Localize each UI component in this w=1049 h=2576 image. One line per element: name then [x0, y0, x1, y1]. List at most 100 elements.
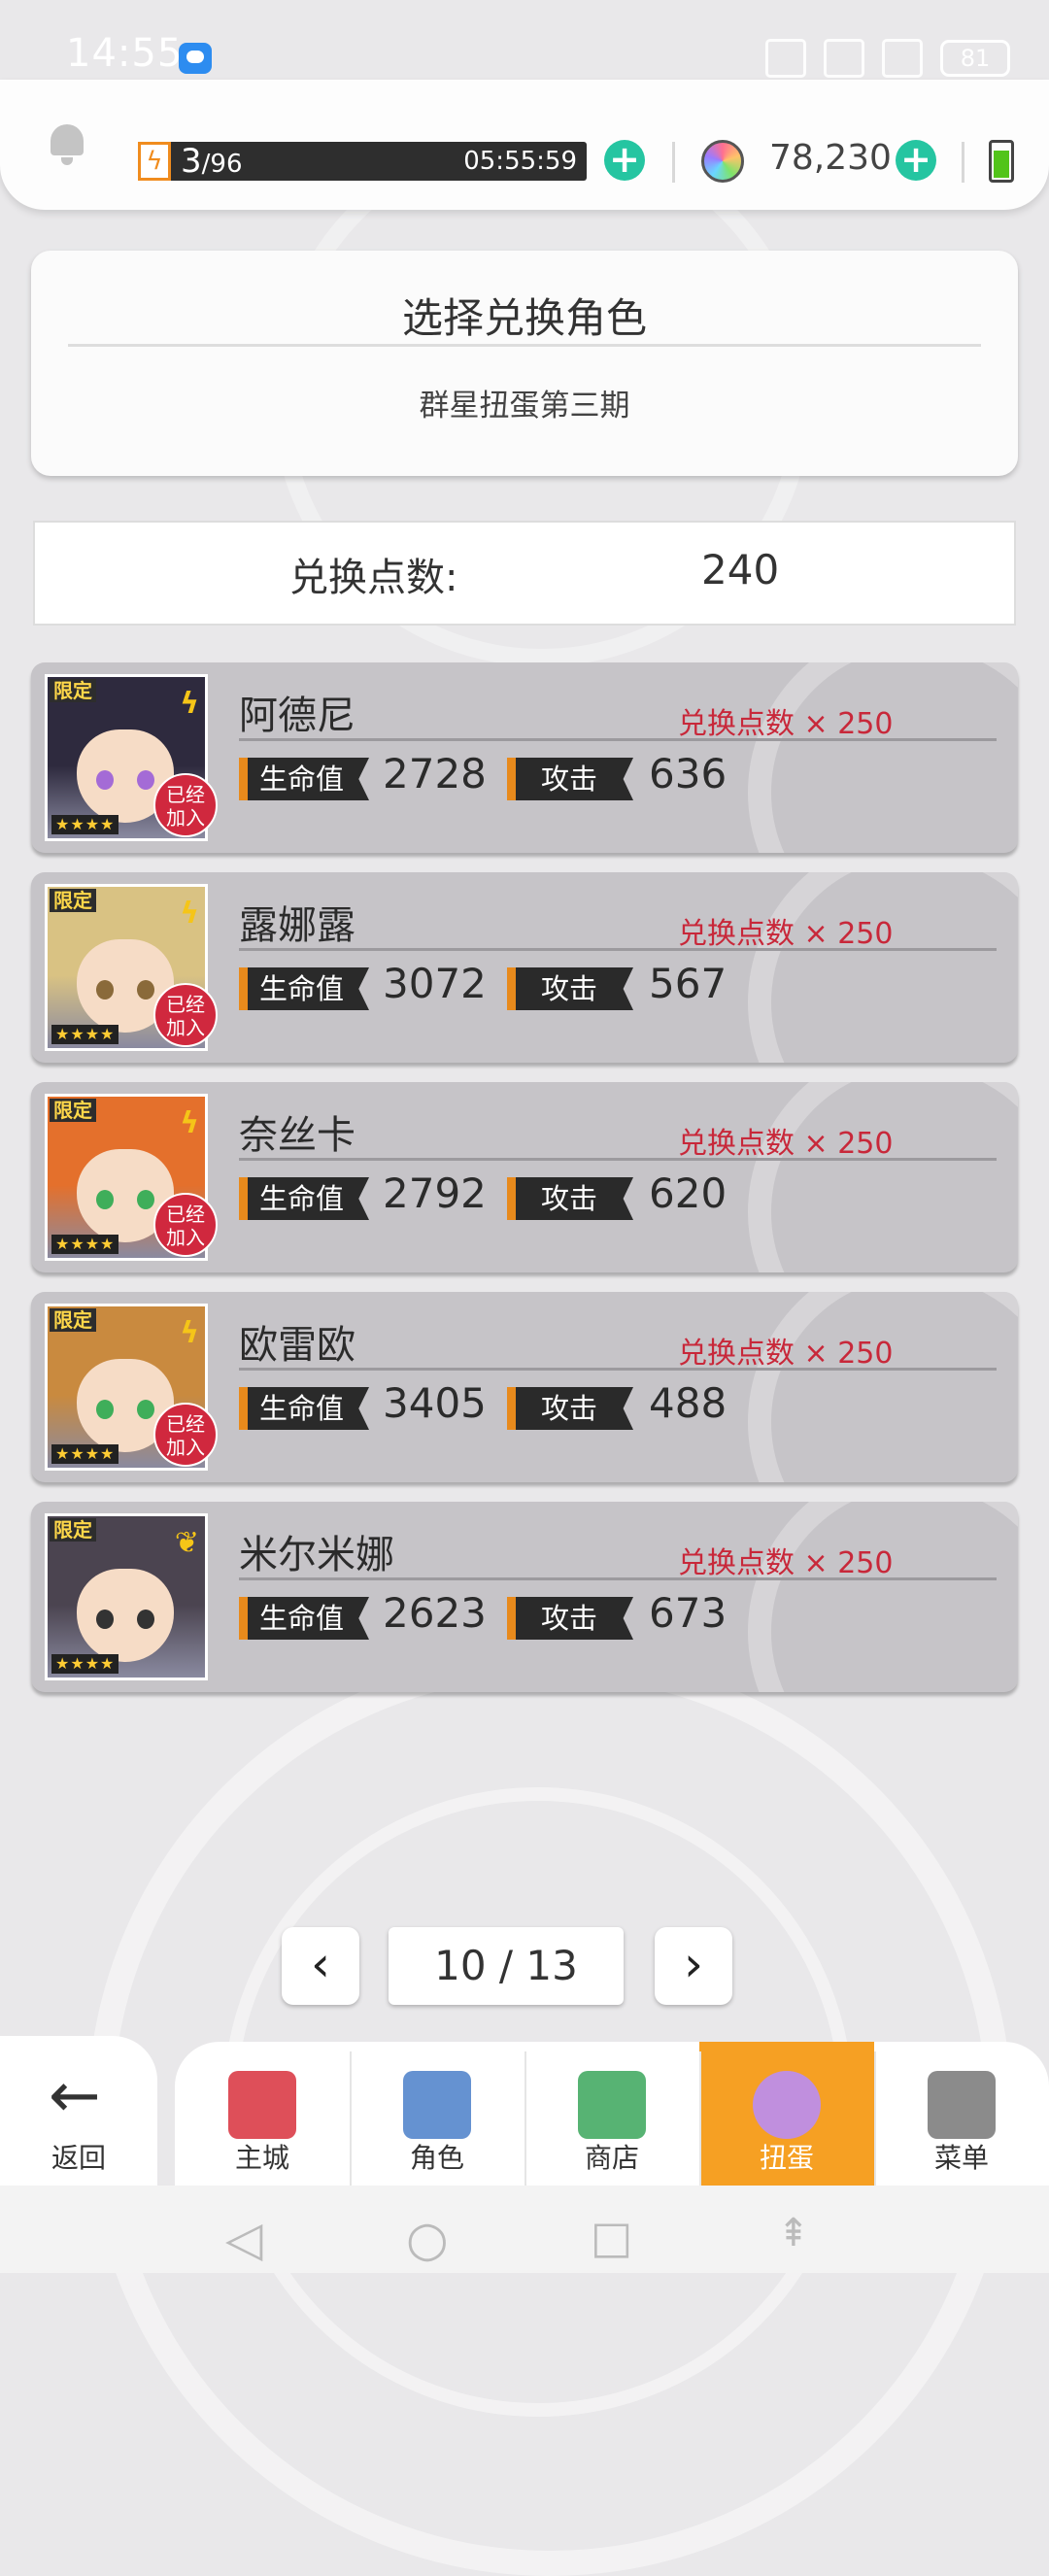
next-page-button[interactable]: ›	[655, 1927, 732, 2005]
attack-label: 攻击	[507, 758, 633, 800]
exchange-cost: 兑换点数 × 250	[678, 1127, 894, 1161]
limited-tag: 限定	[50, 1099, 96, 1122]
shop-icon	[578, 2071, 646, 2139]
card-emblem	[748, 1082, 1018, 1272]
hp-label: 生命值	[239, 1597, 369, 1640]
portrait-eye	[137, 1610, 154, 1629]
joined-line: 已经	[166, 993, 205, 1016]
page-indicator: 10 / 13	[389, 1927, 624, 2005]
joined-line: 已经	[166, 1203, 205, 1226]
gem-count: 78,230	[769, 138, 892, 178]
back-button[interactable]: ← 返回	[0, 2036, 157, 2186]
points-label: 兑换点数:	[289, 556, 458, 600]
system-home-icon[interactable]: ○	[406, 2211, 449, 2267]
hp-value: 2728	[383, 750, 487, 797]
menu-icon	[928, 2071, 996, 2139]
name-divider	[239, 1368, 997, 1371]
portrait-eye	[96, 1190, 114, 1209]
nav-label: 主城	[234, 2142, 289, 2174]
joined-badge: 已经 加入	[153, 983, 218, 1047]
bottom-navigation: ← 返回 主城 角色 商店 扭蛋 菜单	[0, 2036, 1049, 2186]
character-name: 欧雷欧	[239, 1323, 355, 1368]
limited-tag: 限定	[50, 1518, 96, 1542]
portrait-eye	[137, 770, 154, 790]
rarity-stars: ★★★★	[51, 1235, 119, 1254]
stamina-bar: ϟ 3/96 05:55:59	[138, 142, 587, 181]
hp-value: 3072	[383, 960, 487, 1007]
previous-page-button[interactable]: ‹	[282, 1927, 359, 2005]
joined-line: 加入	[166, 806, 205, 830]
lightning-element-icon: ϟ	[180, 897, 199, 931]
hp-value: 2792	[383, 1169, 487, 1217]
character-card[interactable]: 限定 ϟ ★★★★ 已经 加入 阿德尼 兑换点数 × 250 生命值 2728 …	[31, 662, 1018, 853]
rarity-stars: ★★★★	[51, 1444, 119, 1464]
joined-line: 已经	[166, 783, 205, 806]
nav-item-gacha[interactable]: 扭蛋	[699, 2042, 874, 2186]
nav-item-castle[interactable]: 主城	[175, 2042, 350, 2186]
add-gems-button[interactable]: +	[896, 140, 936, 181]
nav-label: 扭蛋	[759, 2142, 814, 2174]
page-subtitle: 群星扭蛋第三期	[419, 389, 630, 424]
exchange-title-card: 选择兑换角色 群星扭蛋第三期	[31, 251, 1018, 476]
system-recents-icon[interactable]: □	[591, 2211, 632, 2263]
character-name: 米尔米娜	[239, 1533, 394, 1577]
stamina-value: 3/96	[181, 142, 243, 186]
portrait-eye	[96, 1400, 114, 1419]
exchange-cost: 兑换点数 × 250	[678, 917, 894, 951]
add-stamina-button[interactable]: +	[604, 140, 645, 181]
character-name: 奈丝卡	[239, 1113, 355, 1158]
portrait-eye	[137, 1400, 154, 1419]
hp-label: 生命值	[239, 758, 369, 800]
hp-value: 3405	[383, 1379, 487, 1427]
nav-divider	[350, 2051, 352, 2186]
battery-indicator: 81	[940, 40, 1010, 77]
stamina-lightning-icon: ϟ	[138, 142, 171, 181]
limited-tag: 限定	[50, 889, 96, 912]
exchange-cost: 兑换点数 × 250	[678, 1546, 894, 1580]
character-card[interactable]: 限定 ϟ ★★★★ 已经 加入 露娜露 兑换点数 × 250 生命值 3072 …	[31, 872, 1018, 1063]
system-hide-nav-icon[interactable]: ⇞	[777, 2211, 810, 2255]
rarity-stars: ★★★★	[51, 815, 119, 834]
vibrate-icon	[765, 39, 806, 78]
bell-icon[interactable]	[51, 124, 84, 165]
stamina-current: 3	[181, 142, 202, 181]
attack-label: 攻击	[507, 1177, 633, 1220]
character-name: 露娜露	[239, 903, 355, 948]
name-divider	[239, 948, 997, 951]
nav-divider	[699, 2051, 701, 2186]
nav-label: 菜单	[933, 2142, 989, 2174]
system-back-icon[interactable]: ◁	[225, 2211, 262, 2267]
lightning-element-icon: ϟ	[180, 1106, 199, 1140]
joined-badge: 已经 加入	[153, 1403, 218, 1467]
portrait-eye	[96, 1610, 114, 1629]
main-nav-panel: 主城 角色 商店 扭蛋 菜单	[175, 2042, 1049, 2186]
stamina-timer: 05:55:59	[463, 147, 577, 176]
character-card[interactable]: 限定 ϟ ★★★★ 已经 加入 奈丝卡 兑换点数 × 250 生命值 2792 …	[31, 1082, 1018, 1272]
back-label: 返回	[51, 2142, 106, 2174]
system-navigation-bar: ◁ ○ □ ⇞	[0, 2186, 1049, 2273]
page-title: 选择兑换角色	[401, 294, 647, 342]
message-notification-icon	[179, 43, 212, 74]
nav-item-shop[interactable]: 商店	[524, 2042, 699, 2186]
portrait-eye	[96, 770, 114, 790]
joined-line: 加入	[166, 1016, 205, 1039]
nav-item-menu[interactable]: 菜单	[874, 2042, 1049, 2186]
attack-label: 攻击	[507, 1387, 633, 1430]
gem-icon	[701, 140, 744, 183]
gacha-icon	[753, 2071, 821, 2139]
divider	[672, 142, 675, 183]
status-time: 14:55	[66, 31, 184, 76]
character-card[interactable]: 限定 ϟ ★★★★ 已经 加入 欧雷欧 兑换点数 × 250 生命值 3405 …	[31, 1292, 1018, 1482]
character-name: 阿德尼	[239, 694, 355, 738]
energy-battery-icon	[989, 140, 1014, 183]
nav-item-character[interactable]: 角色	[350, 2042, 524, 2186]
attack-value: 567	[649, 960, 728, 1007]
character-card[interactable]: 限定 ❦ ★★★★ 米尔米娜 兑换点数 × 250 生命值 2623 攻击 67…	[31, 1502, 1018, 1692]
wifi-icon	[824, 39, 864, 78]
name-divider	[239, 1577, 997, 1580]
rarity-stars: ★★★★	[51, 1025, 119, 1044]
nav-label: 角色	[409, 2142, 464, 2174]
name-divider	[239, 1158, 997, 1161]
resource-bar: ϟ 3/96 05:55:59 + 78,230 +	[0, 80, 1049, 210]
character-portrait: 限定 ❦ ★★★★	[45, 1513, 208, 1680]
